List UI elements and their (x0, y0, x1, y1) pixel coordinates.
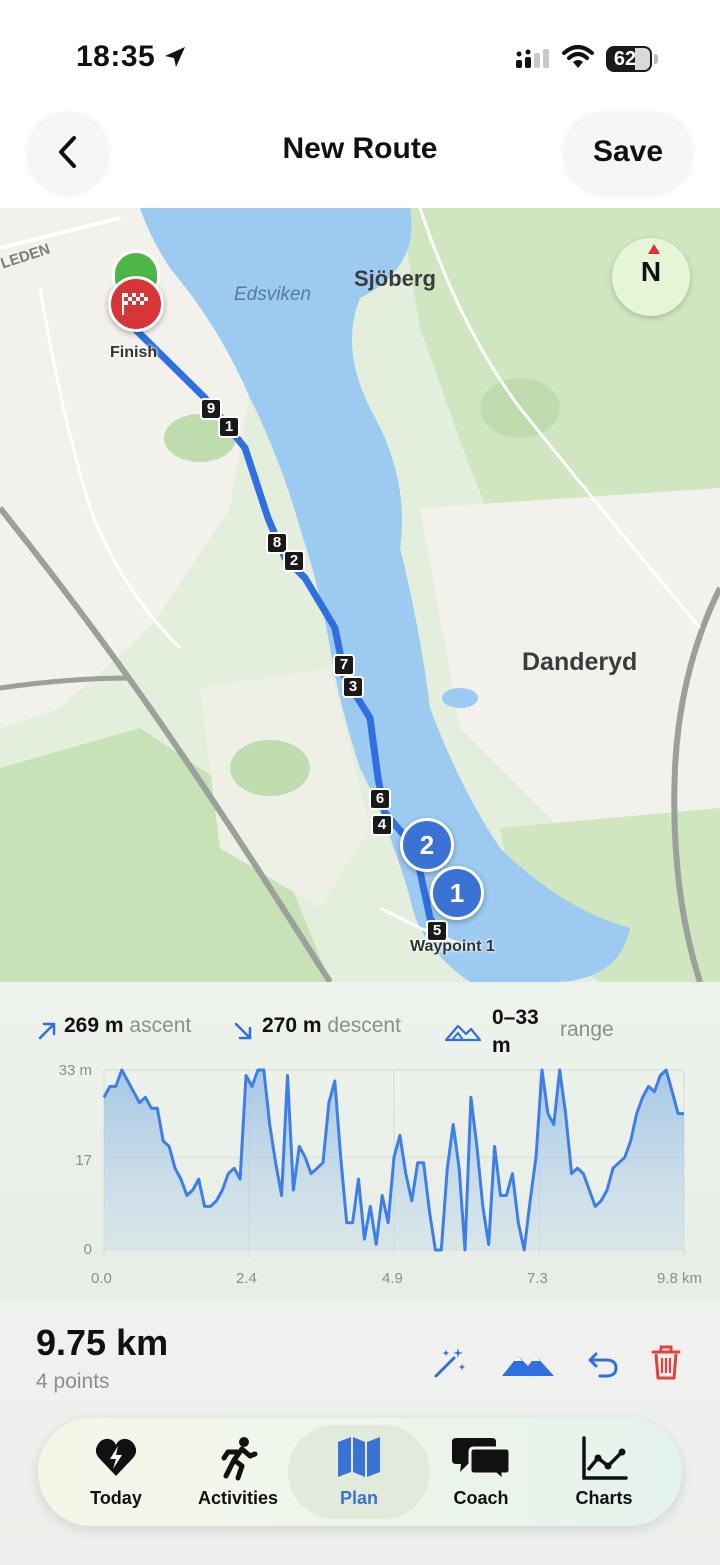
status-time: 18:35 (76, 40, 156, 73)
tab-plan[interactable]: Plan (288, 1425, 430, 1519)
compass-button[interactable]: N (612, 238, 690, 316)
waypoint-1-pin[interactable]: 1 (430, 866, 484, 920)
undo-icon[interactable] (586, 1342, 620, 1382)
line-chart-icon (582, 1436, 628, 1480)
tab-label: Plan (339, 1488, 378, 1508)
tab-charts[interactable]: Charts (542, 1418, 666, 1526)
finish-pin[interactable] (108, 276, 164, 332)
x-tick-label: 7.3 (527, 1270, 548, 1287)
km-marker: 4 (371, 814, 393, 836)
km-marker: 7 (333, 654, 355, 676)
tab-activities[interactable]: Activities (174, 1418, 302, 1526)
km-marker: 3 (342, 676, 364, 698)
km-marker: 2 (283, 550, 305, 572)
elevation-chart[interactable] (0, 982, 720, 1282)
map-label-danderyd: Danderyd (522, 648, 638, 676)
tab-label: Coach (453, 1488, 509, 1508)
chevron-left-icon (59, 136, 76, 168)
waypoint-2-pin[interactable]: 2 (400, 818, 454, 872)
km-marker: 1 (218, 416, 240, 438)
chat-bubbles-icon (452, 1438, 512, 1482)
finish-label: Finish (110, 344, 158, 361)
map-label-sjoberg: Sjöberg (354, 266, 436, 291)
waypoint-label: Waypoint 1 (410, 938, 495, 955)
tab-label: Charts (575, 1488, 633, 1508)
x-tick-label: 9.8 km (657, 1270, 703, 1287)
battery-icon: 62 (606, 46, 658, 72)
route-points-count: 4 points (36, 1370, 110, 1393)
location-arrow-icon (165, 47, 185, 67)
compass-north-tick (648, 244, 660, 254)
tab-coach[interactable]: Coach (418, 1418, 544, 1526)
map-icon (338, 1437, 380, 1477)
status-bar: 18:35 62 (0, 0, 720, 110)
navigation-header: New Route Save (0, 110, 720, 208)
tab-today[interactable]: Today (48, 1418, 184, 1526)
map-label-edsviken: Edsviken (234, 284, 312, 305)
tab-label: Today (90, 1488, 142, 1508)
page-title: New Route (282, 132, 438, 165)
elevation-panel: 269 m ascent 270 m descent 0–33 m range … (0, 982, 720, 1302)
save-button[interactable]: Save (564, 112, 692, 192)
wifi-icon (562, 45, 594, 68)
km-marker: 6 (369, 788, 391, 810)
route-map[interactable]: LEDEN Sjöberg Edsviken Danderyd N Finish… (0, 208, 720, 982)
elevation-icon[interactable] (500, 1342, 556, 1382)
magic-wand-icon[interactable] (432, 1342, 468, 1382)
battery-level: 62 (613, 48, 637, 70)
checkered-flag-icon (122, 293, 148, 315)
map-base (0, 208, 720, 982)
heart-bolt-icon (95, 1438, 137, 1476)
route-distance: 9.75 km (36, 1322, 169, 1363)
x-tick-label: 4.9 (382, 1270, 403, 1287)
x-tick-label: 2.4 (236, 1270, 257, 1287)
x-tick-label: 0.0 (91, 1270, 112, 1287)
compass-label: N (640, 256, 662, 287)
cellular-signal-icon (516, 49, 549, 68)
back-button[interactable] (28, 112, 108, 192)
trash-icon[interactable] (650, 1342, 682, 1382)
tab-bar: Today Activities Plan Coach Charts (38, 1418, 682, 1526)
tab-label: Activities (197, 1488, 279, 1508)
running-figure-icon (221, 1437, 258, 1481)
